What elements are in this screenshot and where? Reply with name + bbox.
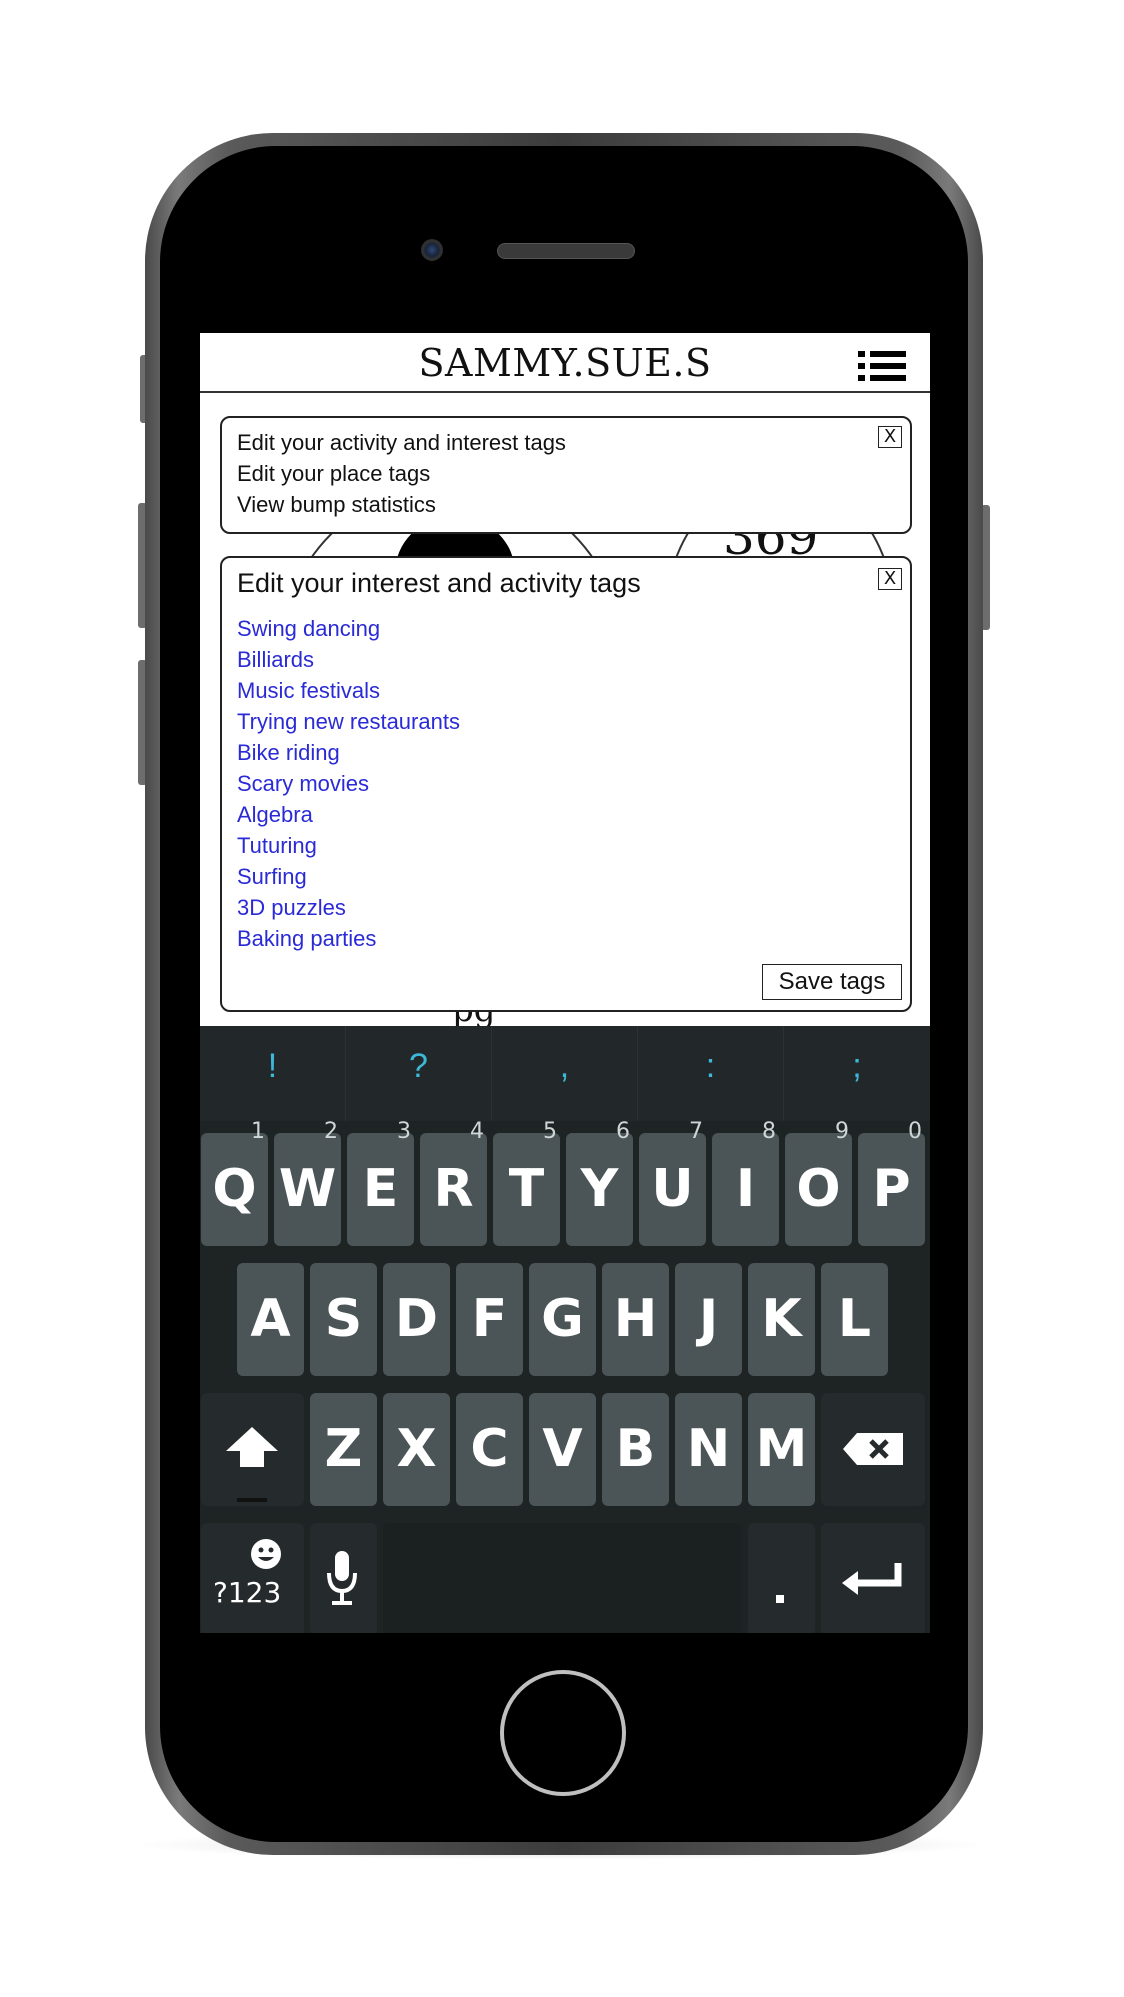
key-l[interactable]: L <box>821 1263 888 1376</box>
options-menu: Edit your activity and interest tags Edi… <box>220 416 912 534</box>
key-n[interactable]: N <box>675 1393 742 1506</box>
key-label: R <box>433 1159 474 1219</box>
symbols-mode-label: ?123 <box>213 1576 282 1609</box>
earpiece-speaker <box>497 243 635 259</box>
shift-indicator <box>237 1498 267 1502</box>
key-d[interactable]: D <box>383 1263 450 1376</box>
save-tags-button[interactable]: Save tags <box>762 964 902 1000</box>
space-bar[interactable] <box>383 1523 742 1633</box>
key-k[interactable]: K <box>748 1263 815 1376</box>
key-label: T <box>508 1159 545 1219</box>
on-screen-keyboard: ! ? , : ; Q1 W2 E3 R4 T5 Y6 U7 I8 O9 P0 … <box>200 1026 930 1633</box>
tag-link[interactable]: Baking parties <box>237 926 376 952</box>
key-number-hint: 1 <box>251 1119 265 1144</box>
shift-key[interactable] <box>201 1393 304 1506</box>
key-g[interactable]: G <box>529 1263 596 1376</box>
key-number-hint: 4 <box>470 1119 484 1144</box>
key-z[interactable]: Z <box>310 1393 377 1506</box>
tag-link[interactable]: 3D puzzles <box>237 895 346 921</box>
front-camera <box>421 239 443 261</box>
backspace-key[interactable] <box>821 1393 925 1506</box>
period-key[interactable] <box>748 1523 815 1633</box>
key-e[interactable]: E3 <box>347 1121 414 1246</box>
tag-link[interactable]: Music festivals <box>237 678 380 704</box>
key-j[interactable]: J <box>675 1263 742 1376</box>
close-menu-button[interactable]: X <box>878 426 902 448</box>
key-label: W <box>278 1159 337 1219</box>
key-number-hint: 3 <box>397 1119 411 1144</box>
enter-key[interactable] <box>821 1523 925 1633</box>
microphone-icon <box>327 1551 357 1605</box>
key-label: Y <box>580 1159 619 1219</box>
menu-item-edit-place-tags[interactable]: Edit your place tags <box>237 461 430 487</box>
tag-link[interactable]: Surfing <box>237 864 307 890</box>
period-dot <box>776 1595 784 1603</box>
key-label: I <box>735 1159 756 1219</box>
symbol-key-colon[interactable]: : <box>638 1026 784 1121</box>
key-v[interactable]: V <box>529 1393 596 1506</box>
key-number-hint: 8 <box>762 1119 776 1144</box>
key-w[interactable]: W2 <box>274 1121 341 1246</box>
tags-panel-title: Edit your interest and activity tags <box>237 568 641 598</box>
tag-link[interactable]: Scary movies <box>237 771 369 797</box>
symbol-key-semicolon[interactable]: ; <box>784 1026 930 1121</box>
key-label: E <box>362 1159 399 1219</box>
key-y[interactable]: Y6 <box>566 1121 633 1246</box>
key-label: O <box>796 1159 841 1219</box>
key-number-hint: 6 <box>616 1119 630 1144</box>
close-tags-panel-button[interactable]: X <box>878 568 902 590</box>
key-c[interactable]: C <box>456 1393 523 1506</box>
key-label: U <box>651 1159 694 1219</box>
key-label: P <box>872 1159 911 1219</box>
phone-screen: 369 pg SAMMY.SUE.S Edit your activity an… <box>200 333 930 1633</box>
key-p[interactable]: P0 <box>858 1121 925 1246</box>
key-h[interactable]: H <box>602 1263 669 1376</box>
key-a[interactable]: A <box>237 1263 304 1376</box>
key-number-hint: 5 <box>543 1119 557 1144</box>
tag-link[interactable]: Tuturing <box>237 833 317 859</box>
symbol-suggestion-row: ! ? , : ; <box>200 1026 930 1121</box>
key-label: Q <box>212 1159 257 1219</box>
app-header: SAMMY.SUE.S <box>200 333 930 393</box>
shift-arrow-icon <box>226 1427 278 1467</box>
home-button[interactable] <box>500 1670 626 1796</box>
tag-link[interactable]: Bike riding <box>237 740 340 766</box>
key-u[interactable]: U7 <box>639 1121 706 1246</box>
tag-link[interactable]: Algebra <box>237 802 313 828</box>
page-title: SAMMY.SUE.S <box>418 341 712 385</box>
menu-item-edit-activity-tags[interactable]: Edit your activity and interest tags <box>237 430 566 456</box>
key-number-hint: 2 <box>324 1119 338 1144</box>
key-m[interactable]: M <box>748 1393 815 1506</box>
key-number-hint: 0 <box>908 1119 922 1144</box>
tag-link[interactable]: Trying new restaurants <box>237 709 460 735</box>
key-number-hint: 9 <box>835 1119 849 1144</box>
key-b[interactable]: B <box>602 1393 669 1506</box>
symbol-key-comma[interactable]: , <box>492 1026 638 1121</box>
backspace-icon <box>843 1433 903 1465</box>
symbol-key-question[interactable]: ? <box>346 1026 492 1121</box>
tags-editor-panel: Edit your interest and activity tags X S… <box>220 556 912 1012</box>
key-t[interactable]: T5 <box>493 1121 560 1246</box>
enter-arrow-icon <box>842 1563 902 1595</box>
emoji-icon <box>251 1539 281 1569</box>
key-number-hint: 7 <box>689 1119 703 1144</box>
voice-input-key[interactable] <box>310 1523 377 1633</box>
key-o[interactable]: O9 <box>785 1121 852 1246</box>
symbols-mode-key[interactable]: ?123 <box>201 1523 304 1633</box>
menu-list-icon[interactable] <box>858 351 906 381</box>
key-q[interactable]: Q1 <box>201 1121 268 1246</box>
key-f[interactable]: F <box>456 1263 523 1376</box>
key-r[interactable]: R4 <box>420 1121 487 1246</box>
key-i[interactable]: I8 <box>712 1121 779 1246</box>
tag-link[interactable]: Swing dancing <box>237 616 380 642</box>
symbol-key-exclamation[interactable]: ! <box>200 1026 346 1121</box>
key-x[interactable]: X <box>383 1393 450 1506</box>
menu-item-view-bump-statistics[interactable]: View bump statistics <box>237 492 436 518</box>
key-s[interactable]: S <box>310 1263 377 1376</box>
tag-link[interactable]: Billiards <box>237 647 314 673</box>
